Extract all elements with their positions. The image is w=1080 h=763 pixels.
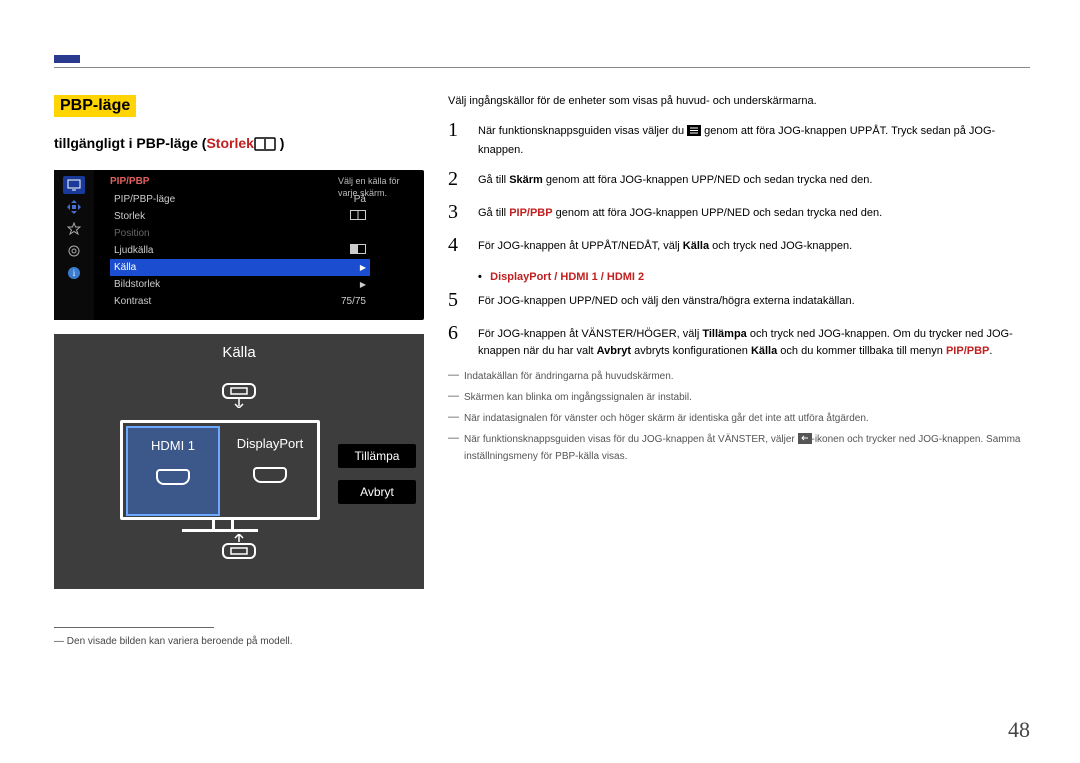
footnote-rule (54, 627, 214, 628)
pbp-size-icon (254, 137, 276, 154)
monitor-outline: HDMI 1 DisplayPort (120, 420, 320, 520)
osd-sidebar: i (54, 170, 94, 320)
audio-icon (350, 244, 366, 257)
kalla-right-label: DisplayPort (237, 436, 303, 451)
osd-row-kontrast: Kontrast75/75 (110, 293, 370, 310)
step-1: När funktionsknappsguiden visas väljer d… (478, 119, 1033, 158)
osd-side-gear-icon (63, 242, 85, 260)
page-number: 48 (1008, 717, 1030, 743)
top-rule (54, 67, 1030, 68)
kalla-title: Källa (54, 334, 424, 361)
osd-row-kalla: Källa▶ (110, 259, 370, 276)
step-2: Gå till Skärm genom att föra JOG-knappen… (478, 168, 1033, 189)
apply-button[interactable]: Tillämpa (338, 444, 416, 468)
osd-hint: Välj en källa för varje skärm. (338, 176, 414, 199)
kalla-panel: Källa HDMI 1 DisplayPort Tillämpa Avbryt (54, 334, 424, 589)
osd-side-display-icon (63, 176, 85, 194)
osd-row-storlek: Storlek (110, 208, 370, 225)
osd-title: PIP/PBP (110, 176, 370, 187)
osd-row-bildstorlek: Bildstorlek▶ (110, 276, 370, 293)
step-3: Gå till PIP/PBP genom att föra JOG-knapp… (478, 201, 1033, 222)
kalla-left-label: HDMI 1 (151, 438, 195, 453)
sub-prefix: tillgängligt i PBP-läge ( (54, 135, 206, 151)
section-subheading: tillgängligt i PBP-läge (Storlek ) (54, 135, 424, 154)
chevron-right-icon: ▶ (360, 280, 366, 289)
step-number: 5 (448, 289, 466, 312)
note-4: När funktionsknappsguiden visas för du J… (448, 432, 1033, 464)
osd-row-pipmode: PIP/PBP-lägePå (110, 191, 370, 208)
ports-bullet: • DisplayPort / HDMI 1 / HDMI 2 (478, 271, 1033, 283)
chevron-right-icon: ▶ (360, 263, 366, 272)
footnote: ― Den visade bilden kan variera beroende… (54, 636, 424, 647)
step-number: 6 (448, 322, 466, 345)
osd-row-position: Position (110, 225, 370, 242)
monitor-stand-icon (182, 520, 258, 532)
return-icon (798, 433, 812, 449)
sub-suffix: ) (276, 135, 285, 151)
section-badge: PBP-läge (54, 95, 136, 117)
step-number: 3 (448, 201, 466, 224)
connector-bottom-icon (217, 534, 261, 567)
step-number: 4 (448, 234, 466, 257)
notes-list: Indatakällan för ändringarna på huvudskä… (448, 369, 1033, 464)
osd-menu: i PIP/PBP PIP/PBP-lägePå Storlek Positio… (54, 170, 424, 320)
dp-port-icon (253, 467, 287, 483)
pbp-icon (350, 210, 366, 223)
osd-side-nav-icon (63, 198, 85, 216)
hdmi-port-icon (156, 469, 190, 485)
accent-bar (54, 55, 80, 63)
kalla-right-half: DisplayPort (223, 426, 317, 516)
step-number: 1 (448, 119, 466, 142)
connector-top-icon (217, 378, 261, 411)
osd-side-info-icon: i (63, 264, 85, 282)
osd-row-ljudkalla: Ljudkälla (110, 242, 370, 259)
osd-side-star-icon (63, 220, 85, 238)
kalla-left-half: HDMI 1 (126, 426, 220, 516)
note-2: Skärmen kan blinka om ingångssignalen är… (448, 390, 1033, 405)
menu-icon (687, 125, 701, 142)
step-4: För JOG-knappen åt UPPÅT/NEDÅT, välj Käl… (478, 234, 1033, 255)
note-1: Indatakällan för ändringarna på huvudskä… (448, 369, 1033, 384)
intro-text: Välj ingångskällor för de enheter som vi… (448, 95, 1033, 107)
step-number: 2 (448, 168, 466, 191)
cancel-button[interactable]: Avbryt (338, 480, 416, 504)
note-3: När indatasignalen för vänster och höger… (448, 411, 1033, 426)
step-5: För JOG-knappen UPP/NED och välj den vän… (478, 289, 1033, 310)
sub-highlight: Storlek (206, 135, 253, 151)
steps-list: 1 När funktionsknappsguiden visas väljer … (448, 119, 1033, 359)
step-6: För JOG-knappen åt VÄNSTER/HÖGER, välj T… (478, 322, 1033, 359)
